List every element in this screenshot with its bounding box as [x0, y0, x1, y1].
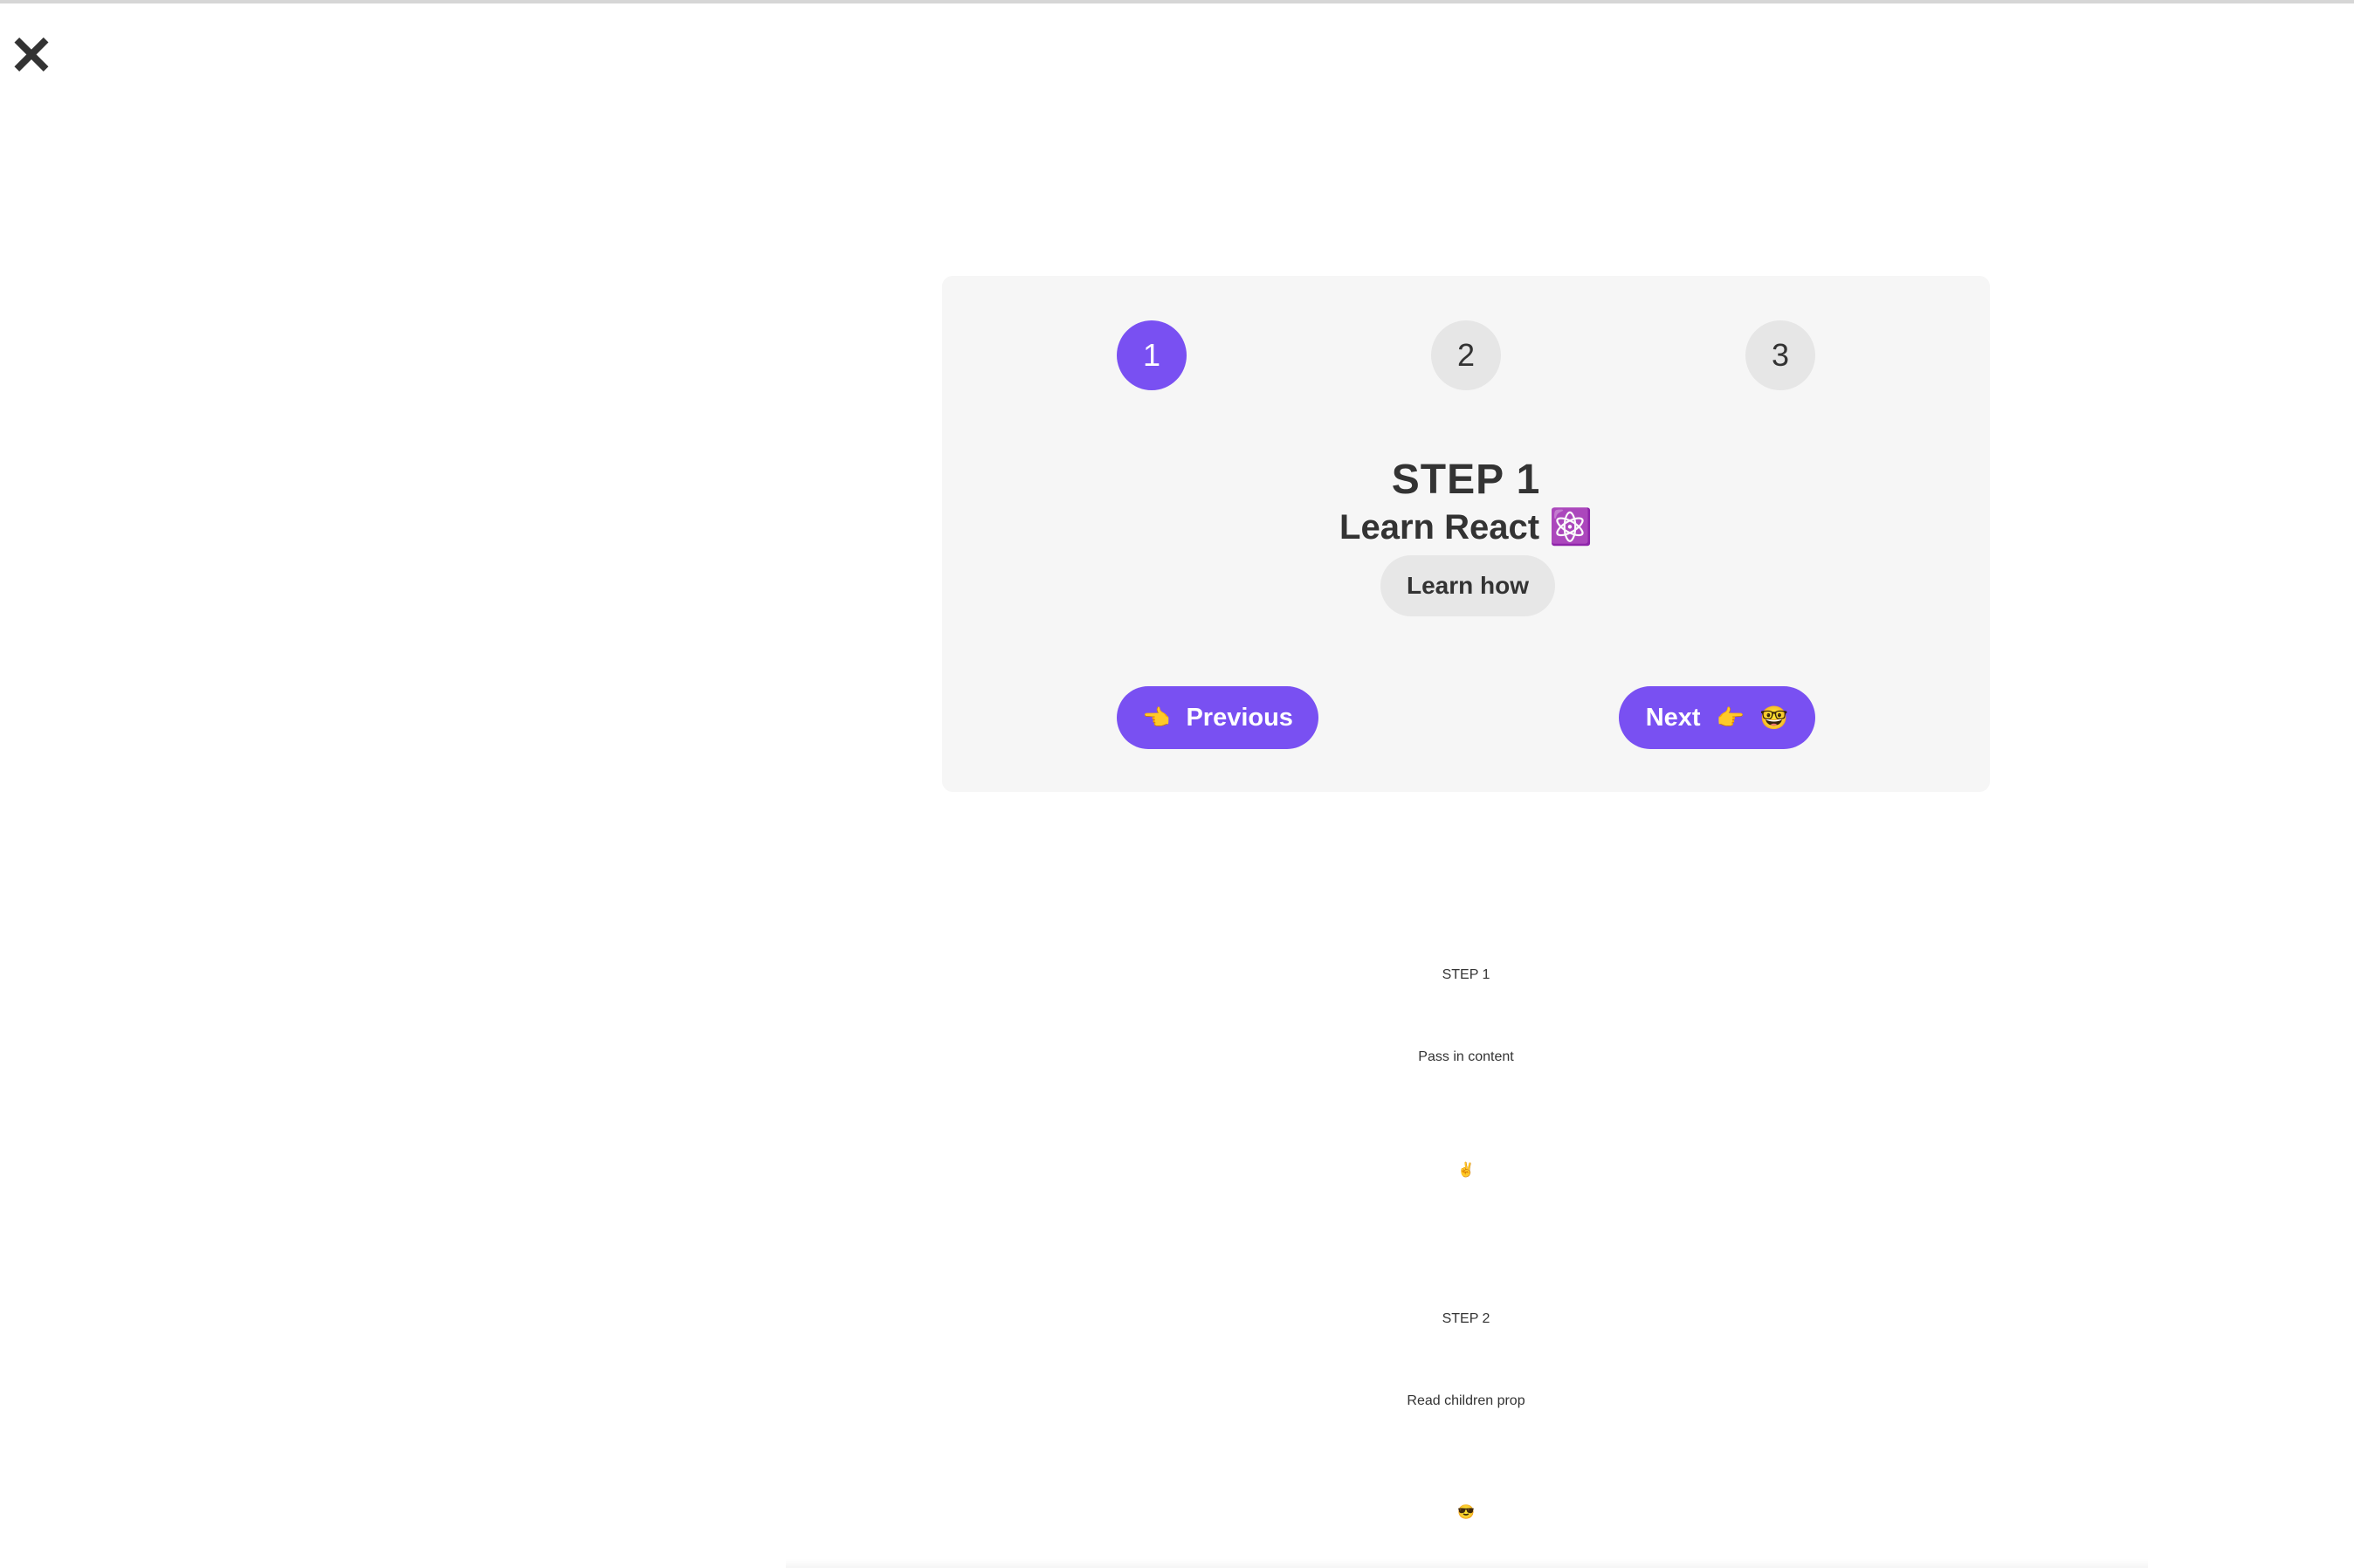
victory-hand-icon: ✌️	[1457, 1163, 1475, 1178]
step-title: STEP 1	[1391, 457, 1541, 503]
learn-how-button[interactable]: Learn how	[1380, 555, 1555, 616]
bottom-shadow	[786, 1559, 2148, 1568]
content-step-1-title: STEP 1	[1442, 967, 1490, 982]
next-label: Next	[1645, 703, 1701, 732]
sunglasses-face-icon: 😎	[1457, 1505, 1475, 1520]
steps-card: 1 2 3 STEP 1 Learn React ⚛️ Learn how 👈 …	[942, 276, 1990, 792]
previous-button[interactable]: 👈 Previous	[1117, 686, 1318, 749]
step-number-2[interactable]: 2	[1431, 320, 1501, 390]
pointing-left-icon: 👈	[1142, 704, 1171, 731]
pointing-right-icon: 👉	[1716, 704, 1745, 731]
step-number-1[interactable]: 1	[1117, 320, 1187, 390]
content-step-2-text: Read children prop	[1407, 1393, 1525, 1408]
nerd-face-icon: 🤓	[1759, 704, 1789, 731]
previous-label: Previous	[1186, 703, 1293, 732]
step-number-3[interactable]: 3	[1745, 320, 1815, 390]
content-step-1-text: Pass in content	[1418, 1049, 1514, 1064]
content-step-2-title: STEP 2	[1442, 1311, 1490, 1326]
close-icon: ✕	[9, 26, 54, 86]
window-top-border	[0, 0, 2354, 3]
close-button[interactable]: ✕	[9, 30, 54, 84]
step-message: Learn React ⚛️	[1339, 508, 1593, 547]
next-button[interactable]: Next 👉 🤓	[1619, 686, 1815, 749]
